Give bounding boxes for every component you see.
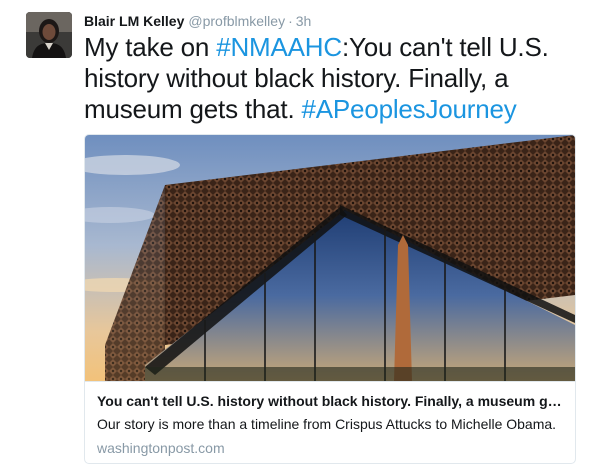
tweet-header: Blair LM Kelley @profblmkelley · 3h [84,12,311,30]
avatar-photo [26,12,72,58]
hashtag-link[interactable]: #APeoplesJourney [302,94,517,124]
card-domain[interactable]: washingtonpost.com [97,439,225,457]
card-body[interactable]: You can't tell U.S. history without blac… [85,381,575,463]
tweet-text: My take on #NMAAHC:You can't tell U.S. h… [84,32,584,125]
tweet: Blair LM Kelley @profblmkelley · 3h My take… [0,0,600,472]
separator-dot: · [288,13,293,29]
hashtag-link[interactable]: #NMAAHC [216,32,342,62]
card-description: Our story is more than a timeline from C… [97,416,557,432]
card-title[interactable]: You can't tell U.S. history without blac… [97,392,567,410]
timestamp[interactable]: 3h [296,13,312,29]
avatar[interactable] [26,12,72,58]
author-handle[interactable]: @profblmkelley [188,13,285,29]
author-name[interactable]: Blair LM Kelley [84,13,184,29]
tweet-text-segment: My take on [84,32,217,62]
card-image[interactable] [85,135,575,381]
link-card[interactable]: You can't tell U.S. history without blac… [84,134,576,464]
